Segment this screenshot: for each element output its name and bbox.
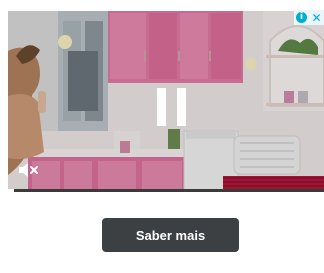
adchoices-badge[interactable]: i ✕ [294, 10, 324, 25]
pause-button[interactable] [157, 88, 187, 126]
pause-icon-bar-left [157, 88, 166, 126]
video-progress-fill [8, 189, 15, 192]
video-ad: i ✕ Saber mais [0, 0, 324, 273]
video-player[interactable] [8, 11, 324, 192]
pause-icon-bar-right [177, 88, 186, 126]
speaker-muted-icon[interactable] [16, 158, 40, 182]
info-icon-glyph: i [296, 12, 307, 23]
info-icon[interactable]: i [294, 10, 309, 25]
video-progress-bar[interactable] [8, 189, 324, 192]
saber-mais-button[interactable]: Saber mais [102, 218, 239, 252]
close-icon[interactable]: ✕ [309, 10, 324, 25]
